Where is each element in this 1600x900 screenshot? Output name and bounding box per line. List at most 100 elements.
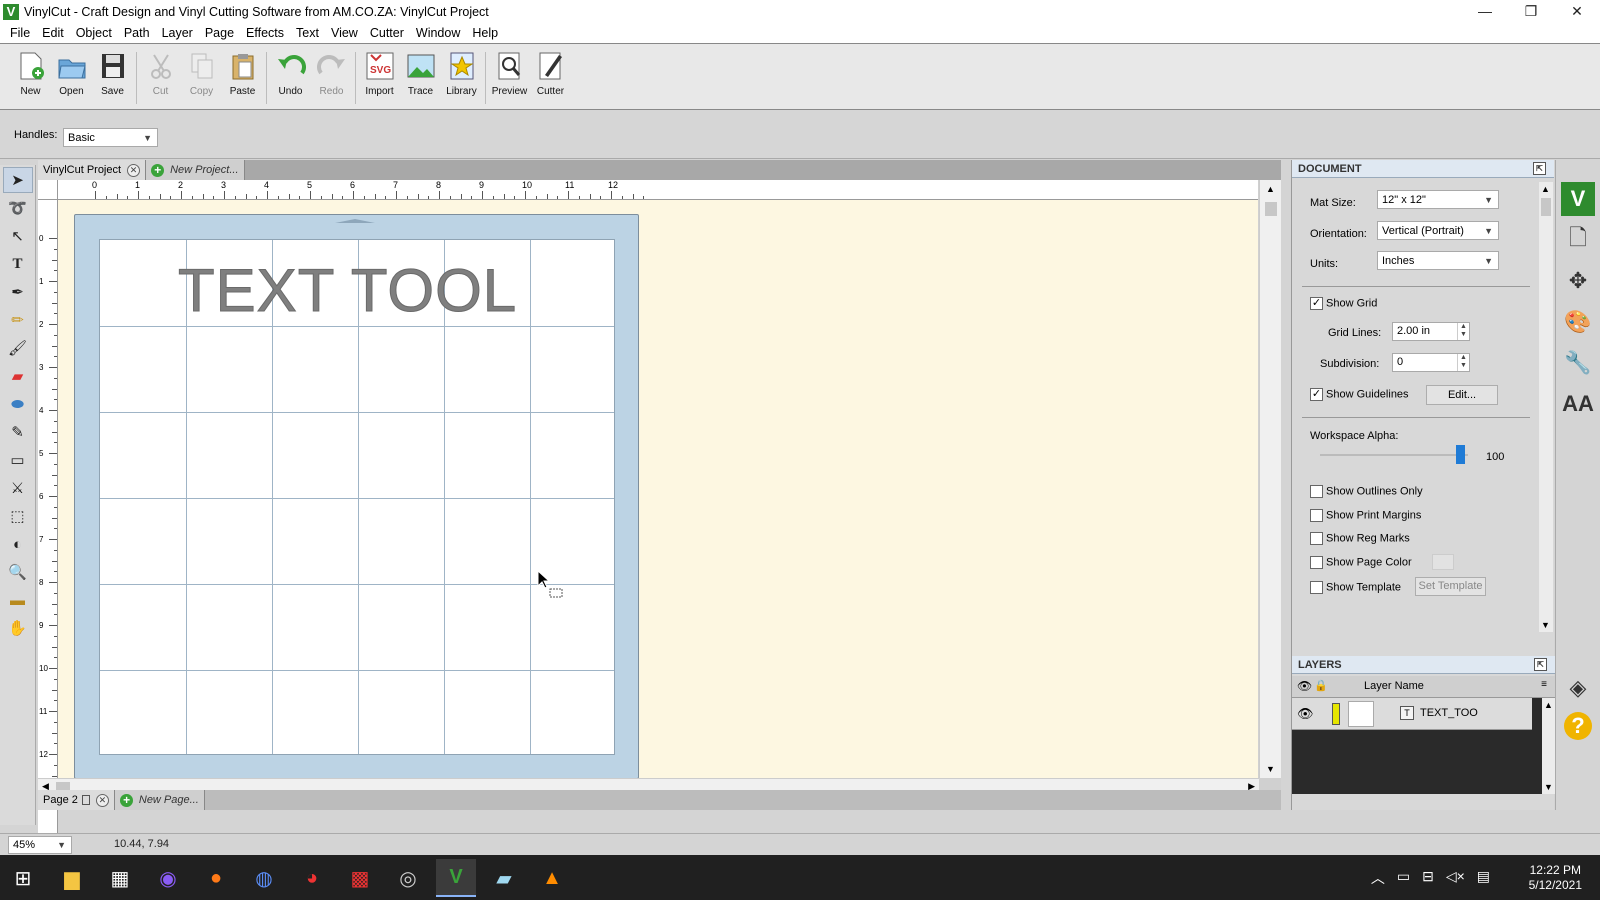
show-outlines-only-checkbox[interactable]: Show Outlines Only xyxy=(1310,485,1423,498)
handles-select[interactable]: Basic ▼ xyxy=(63,128,158,147)
scroll-down-icon[interactable]: ▼ xyxy=(1541,620,1550,630)
knife-tool-icon[interactable]: ⚔ xyxy=(3,475,33,501)
document-page-icon[interactable]: 🗋 xyxy=(1561,223,1595,257)
notes-icon[interactable]: ▰ xyxy=(484,859,524,897)
show-print-margins-checkbox[interactable]: Show Print Margins xyxy=(1310,509,1421,522)
contour-icon[interactable]: ◐ xyxy=(3,531,33,557)
menu-page[interactable]: Page xyxy=(199,26,240,40)
layer-name[interactable]: TEXT_TOO xyxy=(1420,707,1478,719)
taskbar-clock[interactable]: 12:22 PM 5/12/2021 xyxy=(1529,863,1582,893)
vinylcut-logo-icon[interactable]: V xyxy=(1561,182,1595,216)
eyedropper-icon[interactable]: ✎ xyxy=(3,419,33,445)
menu-object[interactable]: Object xyxy=(70,26,118,40)
page-grid[interactable]: TEXT TOOL xyxy=(99,239,615,755)
menu-edit[interactable]: Edit xyxy=(36,26,70,40)
zoom-select[interactable]: 45% ▼ xyxy=(8,836,72,854)
file-explorer-icon[interactable]: ▆ xyxy=(52,859,92,897)
chrome-icon[interactable]: ◕ xyxy=(292,859,332,897)
tab-page-2[interactable]: Page 2 ✕ xyxy=(38,790,115,810)
checkbox-checked[interactable]: ✓ xyxy=(1310,297,1323,310)
ruler-tool-icon[interactable]: ▬ xyxy=(3,587,33,613)
scroll-up-icon[interactable]: ▲ xyxy=(1544,700,1553,710)
windows-start-icon[interactable]: ⊞ xyxy=(3,859,43,897)
lasso-icon[interactable]: ➰ xyxy=(3,195,33,221)
text-aa-icon[interactable]: AA xyxy=(1561,387,1595,421)
transform-icon[interactable]: ⬚ xyxy=(3,503,33,529)
show-guidelines-checkbox[interactable]: ✓ Show Guidelines xyxy=(1310,388,1409,401)
horizontal-ruler[interactable]: 0 1 2 3 4 5 6 7 8 9 10 11 12 xyxy=(58,180,1258,200)
popout-icon[interactable]: ⇱ xyxy=(1533,162,1546,175)
zoom-tool-icon[interactable]: 🔍 xyxy=(3,559,33,585)
network-icon[interactable]: ⊟ xyxy=(1422,868,1434,888)
library-button[interactable]: Library xyxy=(441,50,482,110)
media-player-icon[interactable]: ◉ xyxy=(148,859,188,897)
open-button[interactable]: Open xyxy=(51,50,92,110)
layer-row[interactable]: 👁 T TEXT_TOO xyxy=(1292,698,1532,730)
tab-new-project[interactable]: + New Project... xyxy=(146,160,245,180)
scroll-thumb[interactable] xyxy=(1265,202,1277,216)
menu-layer[interactable]: Layer xyxy=(156,26,199,40)
help-question-icon[interactable]: ? xyxy=(1564,712,1592,740)
popout-icon[interactable]: ⇱ xyxy=(1534,658,1547,671)
show-grid-checkbox[interactable]: ✓ Show Grid xyxy=(1310,297,1377,310)
redo-button[interactable]: Redo xyxy=(311,50,352,110)
canvas-text-object[interactable]: TEXT TOOL xyxy=(177,256,517,325)
layer-color-swatch[interactable] xyxy=(1332,703,1340,725)
menu-cutter[interactable]: Cutter xyxy=(364,26,410,40)
cutter-button[interactable]: Cutter xyxy=(530,50,571,110)
workspace-canvas[interactable]: TEXT TOOL xyxy=(58,200,1258,778)
menu-effects[interactable]: Effects xyxy=(240,26,290,40)
spinner-icon[interactable]: ▲ ▼ xyxy=(1457,323,1469,340)
import-button[interactable]: SVG Import xyxy=(359,50,400,110)
eye-icon[interactable]: 👁 xyxy=(1297,706,1314,722)
aperture-icon[interactable]: ◎ xyxy=(388,859,428,897)
move-arrows-icon[interactable]: ✥ xyxy=(1561,264,1595,298)
scroll-up-icon[interactable]: ▲ xyxy=(1266,184,1275,194)
minimize-button[interactable]: — xyxy=(1462,0,1508,23)
ellipse-tool-icon[interactable]: ⬬ xyxy=(3,391,33,417)
panel-scrollbar[interactable]: ▲ ▼ xyxy=(1539,182,1553,632)
tab-vinylcut-project[interactable]: VinylCut Project ✕ xyxy=(38,160,147,180)
save-button[interactable]: Save xyxy=(92,50,133,110)
alpha-slider-track[interactable] xyxy=(1320,454,1468,456)
menu-path[interactable]: Path xyxy=(118,26,156,40)
close-button[interactable]: ✕ xyxy=(1554,0,1600,23)
menu-help[interactable]: Help xyxy=(466,26,504,40)
copy-button[interactable]: Copy xyxy=(181,50,222,110)
layers-stack-icon[interactable]: ◈ xyxy=(1561,671,1595,705)
checkbox-checked[interactable]: ✓ xyxy=(1310,388,1323,401)
show-page-color-checkbox[interactable]: Show Page Color xyxy=(1310,556,1412,569)
scroll-down-icon[interactable]: ▼ xyxy=(1266,764,1275,774)
undo-button[interactable]: Undo xyxy=(270,50,311,110)
volume-muted-icon[interactable]: ◁× xyxy=(1446,868,1465,888)
layers-scrollbar[interactable]: ▲ ▼ xyxy=(1542,698,1555,794)
menu-file[interactable]: File xyxy=(4,26,36,40)
vlc-icon[interactable]: ▲ xyxy=(532,859,572,897)
battery-icon[interactable]: ▭ xyxy=(1397,868,1410,888)
preview-button[interactable]: Preview xyxy=(489,50,530,110)
cut-button[interactable]: Cut xyxy=(140,50,181,110)
spinner-icon[interactable]: ▲ ▼ xyxy=(1457,354,1469,371)
close-icon[interactable]: ✕ xyxy=(95,793,109,807)
scroll-up-icon[interactable]: ▲ xyxy=(1541,184,1550,194)
trace-button[interactable]: Trace xyxy=(400,50,441,110)
units-select[interactable]: Inches ▼ xyxy=(1377,251,1499,270)
color-palette-icon[interactable]: 🎨 xyxy=(1561,305,1595,339)
orientation-select[interactable]: Vertical (Portrait) ▼ xyxy=(1377,221,1499,240)
vertical-scrollbar[interactable]: ▲ ▼ xyxy=(1259,180,1281,778)
vinylcut-icon[interactable]: V xyxy=(436,859,476,897)
edit-guidelines-button[interactable]: Edit... xyxy=(1426,385,1498,405)
show-reg-marks-checkbox[interactable]: Show Reg Marks xyxy=(1310,532,1410,545)
close-icon[interactable]: ✕ xyxy=(127,163,141,177)
grid-lines-input[interactable]: 2.00 in ▲ ▼ xyxy=(1392,322,1470,341)
rectangle-tool-icon[interactable]: ▭ xyxy=(3,447,33,473)
alpha-slider-thumb[interactable] xyxy=(1456,445,1465,464)
subdivision-input[interactable]: 0 ▲ ▼ xyxy=(1392,353,1470,372)
show-template-checkbox[interactable]: Show Template xyxy=(1310,581,1401,594)
text-tool-icon[interactable]: T xyxy=(3,251,33,277)
red-app-icon[interactable]: ▩ xyxy=(340,859,380,897)
pen-tool-icon[interactable]: ✒ xyxy=(3,279,33,305)
pencil-tool-icon[interactable]: ✏ xyxy=(3,307,33,333)
paste-button[interactable]: Paste xyxy=(222,50,263,110)
restore-button[interactable]: ❐ xyxy=(1508,0,1554,23)
